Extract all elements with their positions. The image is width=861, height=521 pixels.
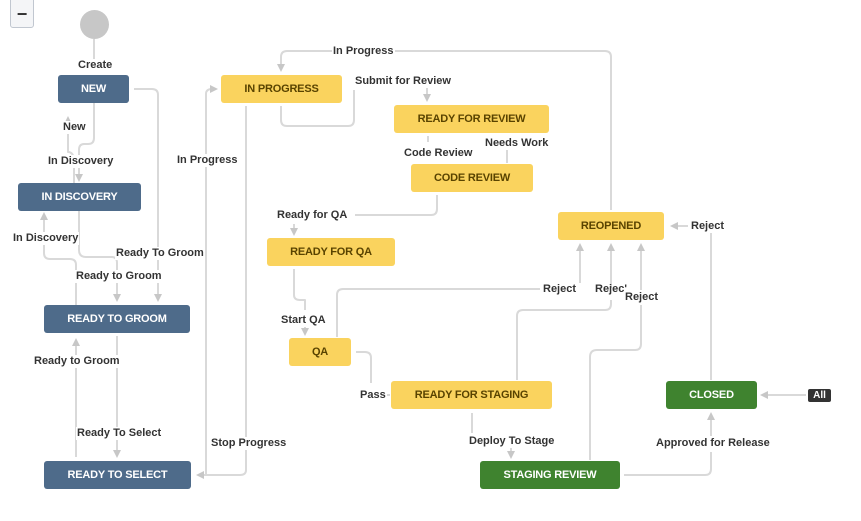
edge-in-progress-2	[205, 85, 218, 475]
status-closed[interactable]: CLOSED	[666, 381, 757, 409]
transition-new[interactable]: New	[62, 121, 87, 134]
status-ready-to-select[interactable]: READY TO SELECT	[44, 461, 191, 489]
transition-create[interactable]: Create	[77, 59, 114, 72]
edge-reject-4	[672, 226, 712, 380]
edge-ready-to-groom-2	[78, 211, 121, 302]
transition-in-discovery-1[interactable]: In Discovery	[47, 155, 115, 168]
status-reopened[interactable]: REOPENED	[558, 212, 664, 240]
status-staging-review[interactable]: STAGING REVIEW	[480, 461, 620, 489]
status-ready-for-qa[interactable]: READY FOR QA	[267, 238, 395, 266]
status-ready-to-groom[interactable]: READY TO GROOM	[44, 305, 190, 333]
transition-stop-progress[interactable]: Stop Progress	[210, 437, 288, 450]
status-code-review[interactable]: CODE REVIEW	[411, 164, 533, 192]
status-qa[interactable]: QA	[289, 338, 351, 366]
transition-ready-for-qa[interactable]: Ready for QA	[276, 209, 349, 222]
edge-in-discovery-1	[75, 103, 95, 182]
status-new[interactable]: NEW	[58, 75, 129, 103]
transition-in-progress-1[interactable]: In Progress	[332, 45, 395, 58]
status-in-discovery[interactable]: IN DISCOVERY	[18, 183, 141, 211]
edge-in-discovery-2	[40, 212, 77, 305]
transition-deploy-to-stage[interactable]: Deploy To Stage	[468, 435, 556, 448]
global-transition-all-badge[interactable]: All	[808, 389, 831, 402]
transition-code-review[interactable]: Code Review	[403, 147, 474, 160]
transition-ready-to-groom-1[interactable]: Ready To Groom	[115, 247, 205, 260]
status-ready-for-staging[interactable]: READY FOR STAGING	[391, 381, 552, 409]
transition-reject-4[interactable]: Reject	[690, 220, 726, 233]
status-in-progress[interactable]: IN PROGRESS	[221, 75, 342, 103]
transition-submit-for-review[interactable]: Submit for Review	[354, 75, 452, 88]
minus-icon: −	[16, 4, 28, 24]
edge-reject-3	[589, 245, 641, 460]
transition-reject-2[interactable]: Rejec'	[594, 283, 628, 296]
transition-pass[interactable]: Pass	[359, 389, 387, 402]
start-node	[80, 10, 109, 39]
transition-in-progress-2[interactable]: In Progress	[176, 154, 239, 167]
zoom-out-button[interactable]: −	[10, 0, 34, 28]
transition-needs-work[interactable]: Needs Work	[484, 137, 550, 150]
transition-approved-for-release[interactable]: Approved for Release	[655, 437, 771, 450]
transition-ready-to-groom-3[interactable]: Ready to Groom	[33, 355, 121, 368]
transition-in-discovery-2[interactable]: In Discovery	[12, 232, 80, 245]
transition-reject-3[interactable]: Reject	[624, 291, 660, 304]
status-ready-for-review[interactable]: READY FOR REVIEW	[394, 105, 549, 133]
transition-ready-to-select[interactable]: Ready To Select	[76, 427, 163, 440]
transition-reject-1[interactable]: Reject	[542, 283, 578, 296]
transition-ready-to-groom-2[interactable]: Ready to Groom	[75, 270, 163, 283]
edge-reject-2	[516, 245, 611, 380]
transition-start-qa[interactable]: Start QA	[280, 314, 327, 327]
